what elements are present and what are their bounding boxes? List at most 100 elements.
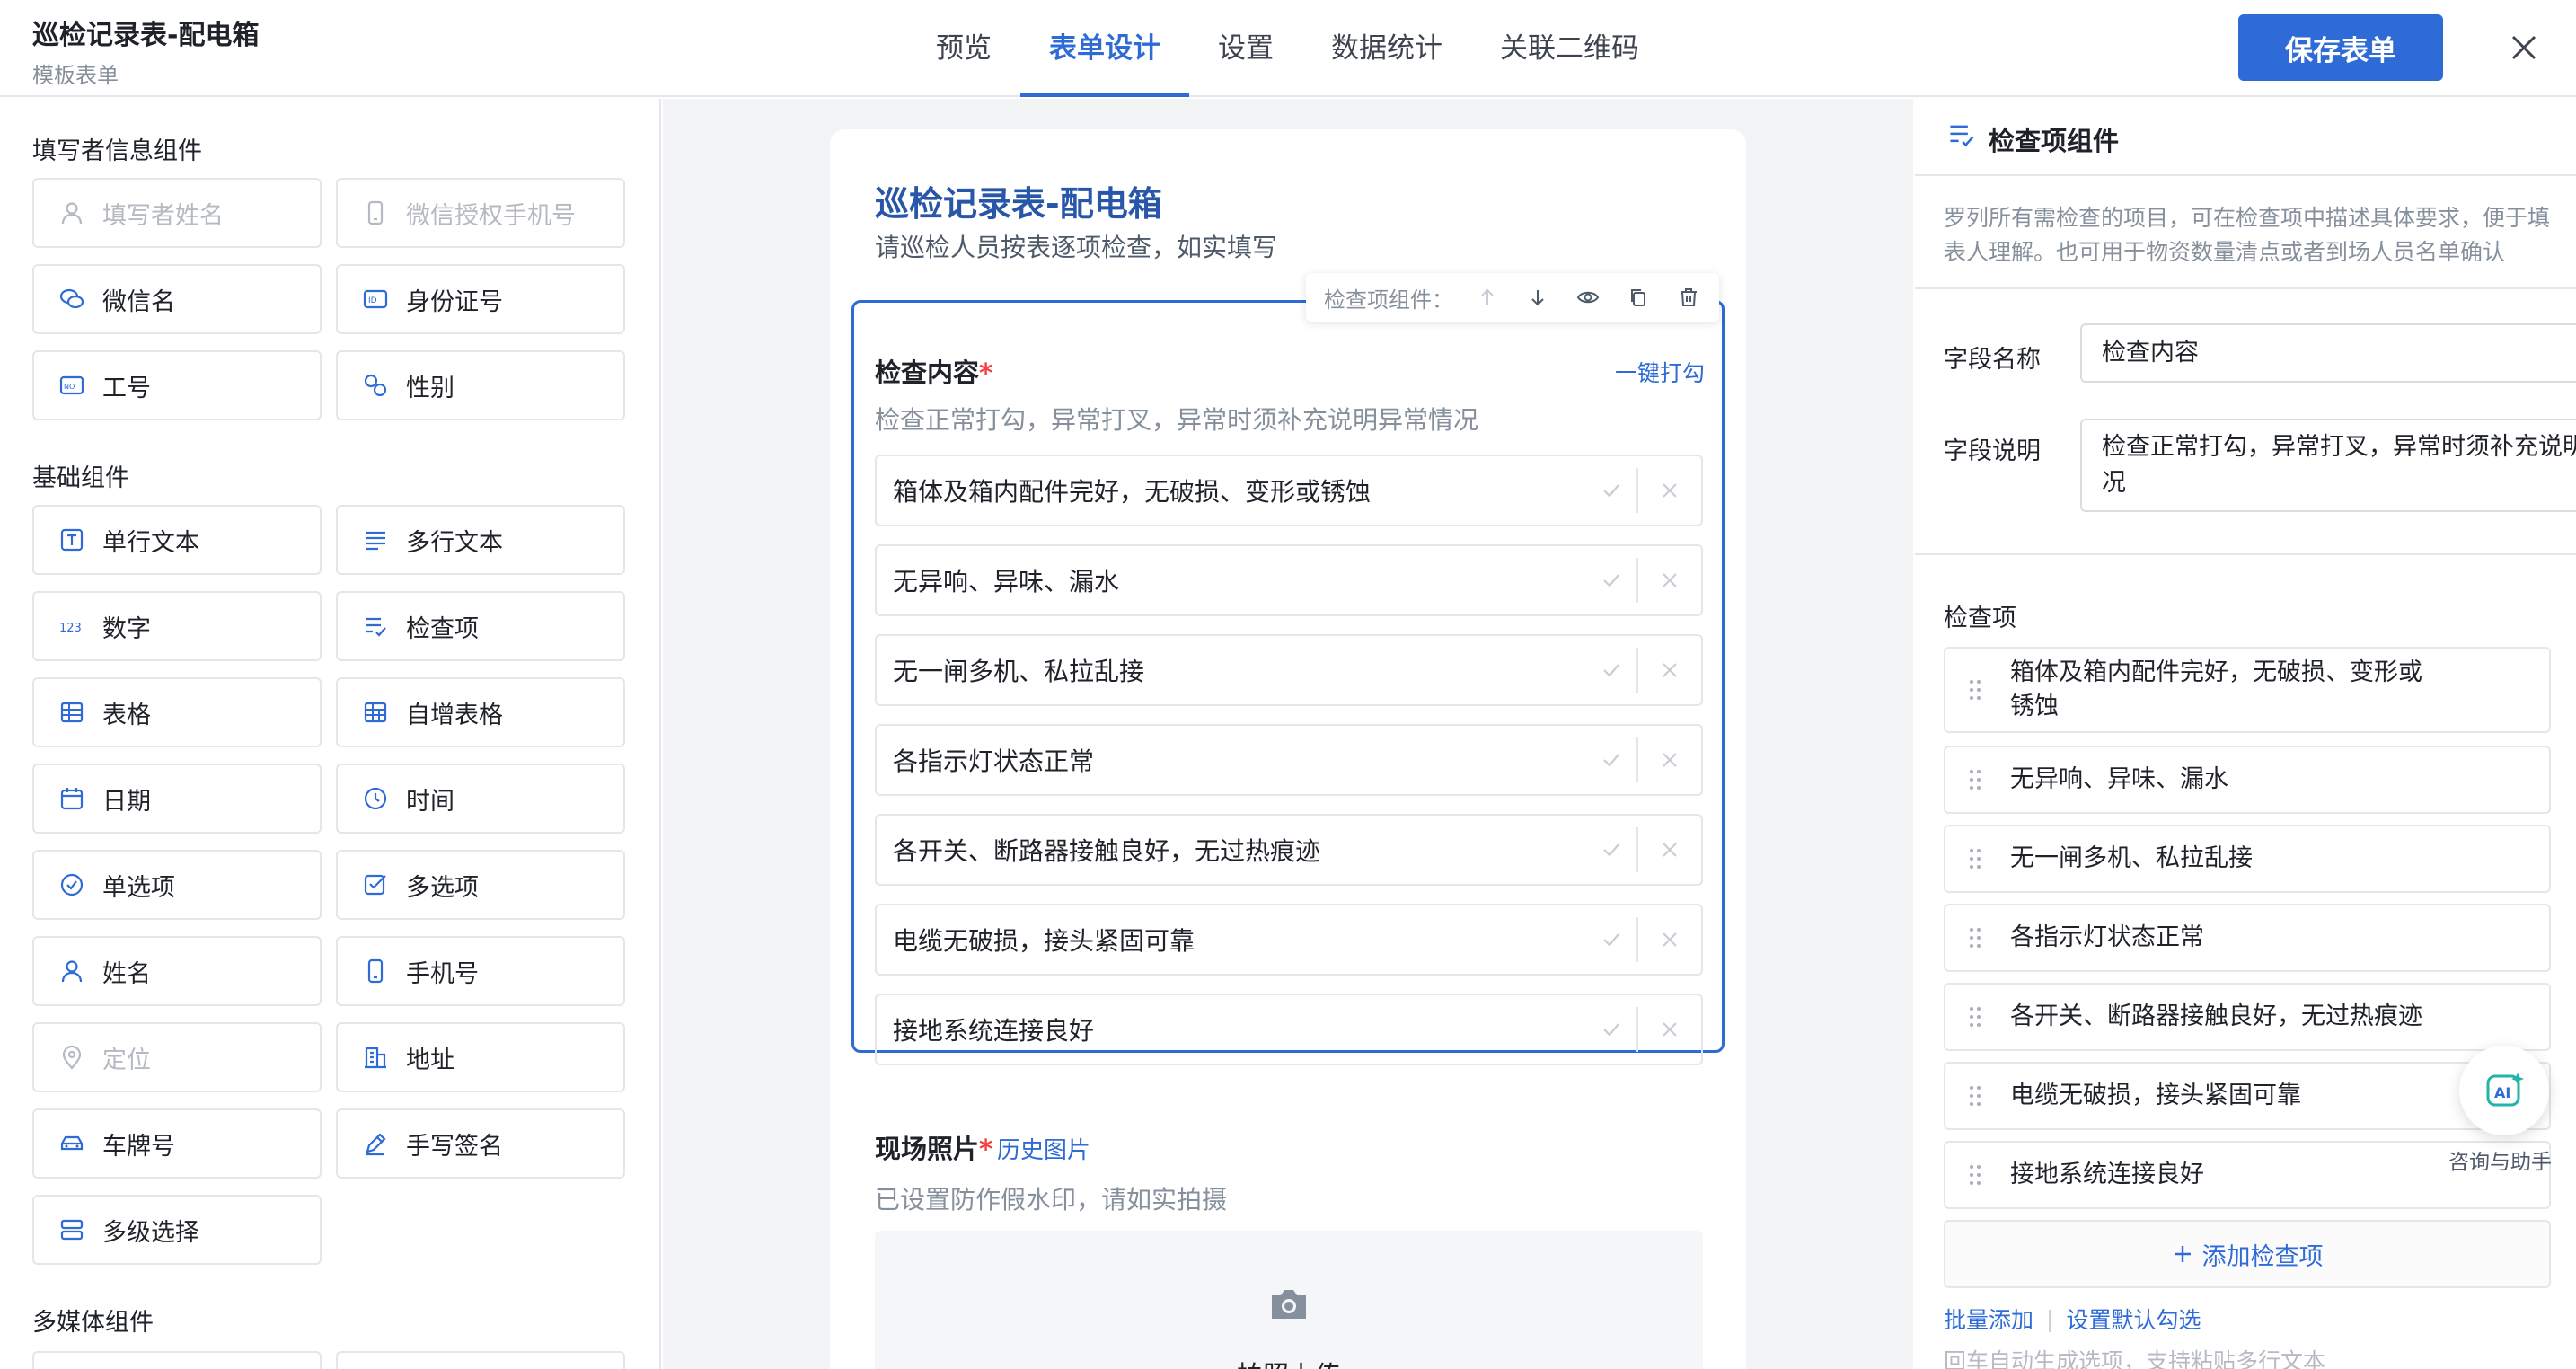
check-fail-icon[interactable] (1638, 544, 1701, 616)
set-default-checked-link[interactable]: 设置默认勾选 (2066, 1303, 2201, 1335)
comp-location[interactable]: 定位 (32, 1022, 322, 1092)
check-items-label: 检查项 (1944, 605, 2016, 632)
comp-time[interactable]: 时间 (336, 764, 625, 834)
check-fail-icon[interactable] (1638, 814, 1701, 886)
check-item-row: 箱体及箱内配件完好，无破损、变形或锈蚀 (875, 455, 1703, 526)
field-name-input[interactable]: 检查内容 (2080, 323, 2576, 383)
check-ok-icon[interactable] (1586, 737, 1638, 782)
tab-qrcode[interactable]: 关联二维码 (1471, 0, 1668, 97)
properties-title: 检查项组件 (1989, 126, 2120, 156)
comp-gender[interactable]: 性别 (336, 350, 625, 420)
comp-phone[interactable]: 手机号 (336, 936, 625, 1006)
group-title-media: 多媒体组件 (32, 1309, 154, 1337)
table-add-icon (363, 700, 388, 725)
check-item-editor[interactable]: 无异响、异味、漏水 (1944, 746, 2551, 814)
comp-id-card[interactable]: ID 身份证号 (336, 264, 625, 334)
tab-statistics[interactable]: 数据统计 (1302, 0, 1471, 97)
check-all-link[interactable]: 一键打勾 (1615, 356, 1705, 388)
move-up-icon[interactable] (1462, 273, 1513, 322)
check-ok-icon[interactable] (1586, 558, 1638, 603)
form-title: 巡检记录表-配电箱 (875, 184, 1162, 224)
comp-plate-number[interactable]: 车牌号 (32, 1108, 322, 1179)
drag-handle-icon[interactable] (1969, 926, 1999, 949)
comp-auto-table[interactable]: 自增表格 (336, 677, 625, 747)
comp-multi-choice[interactable]: 多选项 (336, 850, 625, 920)
save-form-button[interactable]: 保存表单 (2238, 14, 2443, 81)
drag-handle-icon[interactable] (1969, 1005, 1999, 1029)
delete-icon[interactable] (1663, 273, 1714, 322)
comp-filler-name[interactable]: 填写者姓名 (32, 178, 322, 248)
history-photos-link[interactable]: 历史图片 (997, 1132, 1090, 1165)
check-ok-icon[interactable] (1586, 827, 1638, 872)
check-ok-icon[interactable] (1586, 648, 1638, 693)
comp-media-2[interactable] (336, 1351, 625, 1369)
checklist-field-label: 检查内容* (875, 358, 993, 388)
comp-filler-phone[interactable]: 微信授权手机号 (336, 178, 625, 248)
check-fail-icon[interactable] (1638, 904, 1701, 976)
comp-signature[interactable]: 手写签名 (336, 1108, 625, 1179)
pen-icon (363, 1131, 388, 1156)
check-ok-icon[interactable] (1586, 468, 1638, 513)
check-item-editor[interactable]: 各指示灯状态正常 (1944, 904, 2551, 972)
properties-header: 检查项组件 (1915, 99, 2576, 176)
form-canvas: 巡检记录表-配电箱 请巡检人员按表逐项检查，如实填写 检查项组件： 检查内容* … (663, 99, 1913, 1369)
ai-assistant-button[interactable]: AI (2459, 1046, 2549, 1135)
checkbox-icon (363, 872, 388, 897)
car-icon (59, 1131, 84, 1156)
tab-settings[interactable]: 设置 (1189, 0, 1302, 97)
check-fail-icon[interactable] (1638, 994, 1701, 1065)
comp-wechat-name[interactable]: 微信名 (32, 264, 322, 334)
form-card: 巡检记录表-配电箱 请巡检人员按表逐项检查，如实填写 检查项组件： 检查内容* … (830, 129, 1746, 1369)
batch-add-link[interactable]: 批量添加 (1944, 1303, 2033, 1335)
comp-media-1[interactable] (32, 1351, 322, 1369)
person-icon (59, 200, 84, 225)
check-ok-icon[interactable] (1586, 1007, 1638, 1052)
component-toolbar: 检查项组件： (1306, 273, 1719, 322)
check-fail-icon[interactable] (1638, 724, 1701, 796)
properties-panel: 检查项组件 罗列所有需检查的项目，可在检查项中描述具体要求，便于填表人理解。也可… (1915, 99, 2576, 1369)
add-check-item-button[interactable]: 添加检查项 (1944, 1220, 2551, 1288)
photo-field-label: 现场照片* (875, 1134, 993, 1164)
check-fail-icon[interactable] (1638, 455, 1701, 526)
table-icon (59, 700, 84, 725)
drag-handle-icon[interactable] (1969, 678, 1999, 702)
visibility-icon[interactable] (1563, 273, 1613, 322)
check-item-row: 电缆无破损，接头紧固可靠 (875, 904, 1703, 976)
comp-cascade[interactable]: 多级选择 (32, 1195, 322, 1265)
component-palette: 填写者信息组件 填写者姓名 微信授权手机号 微信名 ID 身份证号 NO 工号 … (0, 99, 661, 1369)
comp-address[interactable]: 地址 (336, 1022, 625, 1092)
group-title-basic: 基础组件 (32, 464, 129, 492)
comp-table[interactable]: 表格 (32, 677, 322, 747)
main-tabs: 预览 表单设计 设置 数据统计 关联二维码 (907, 0, 1668, 97)
comp-multi-text[interactable]: 多行文本 (336, 505, 625, 575)
drag-handle-icon[interactable] (1969, 1084, 1999, 1108)
drag-handle-icon[interactable] (1969, 1163, 1999, 1187)
comp-date[interactable]: 日期 (32, 764, 322, 834)
field-desc-input[interactable]: 检查正常打勾，异常打叉，异常时须补充说明异常情况 (2080, 419, 2576, 512)
drag-handle-icon[interactable] (1969, 768, 1999, 791)
calendar-icon (59, 786, 84, 811)
ai-icon: AI (2486, 1073, 2524, 1107)
copy-icon[interactable] (1613, 273, 1663, 322)
toolbar-label: 检查项组件： (1324, 287, 1453, 313)
check-item-row: 各开关、断路器接触良好，无过热痕迹 (875, 814, 1703, 886)
top-bar: 巡检记录表-配电箱 模板表单 预览 表单设计 设置 数据统计 关联二维码 保存表… (0, 0, 2576, 97)
tab-form-design[interactable]: 表单设计 (1020, 0, 1189, 97)
comp-number[interactable]: 123 数字 (32, 591, 322, 661)
close-icon[interactable] (2506, 25, 2542, 70)
check-item-editor[interactable]: 箱体及箱内配件完好，无破损、变形或锈蚀 (1944, 647, 2551, 733)
check-ok-icon[interactable] (1586, 917, 1638, 962)
comp-name[interactable]: 姓名 (32, 936, 322, 1006)
comp-employee-id[interactable]: NO 工号 (32, 350, 322, 420)
check-item-editor[interactable]: 各开关、断路器接触良好，无过热痕迹 (1944, 983, 2551, 1051)
photo-upload-area[interactable]: 拍照上传 (875, 1231, 1703, 1369)
comp-single-choice[interactable]: 单选项 (32, 850, 322, 920)
check-fail-icon[interactable] (1638, 634, 1701, 706)
comp-single-text[interactable]: 单行文本 (32, 505, 322, 575)
tab-preview[interactable]: 预览 (907, 0, 1020, 97)
drag-handle-icon[interactable] (1969, 847, 1999, 870)
move-down-icon[interactable] (1513, 273, 1563, 322)
form-name-title: 巡检记录表-配电箱 (32, 20, 260, 51)
check-item-editor[interactable]: 无一闸多机、私拉乱接 (1944, 825, 2551, 893)
comp-checklist[interactable]: 检查项 (336, 591, 625, 661)
